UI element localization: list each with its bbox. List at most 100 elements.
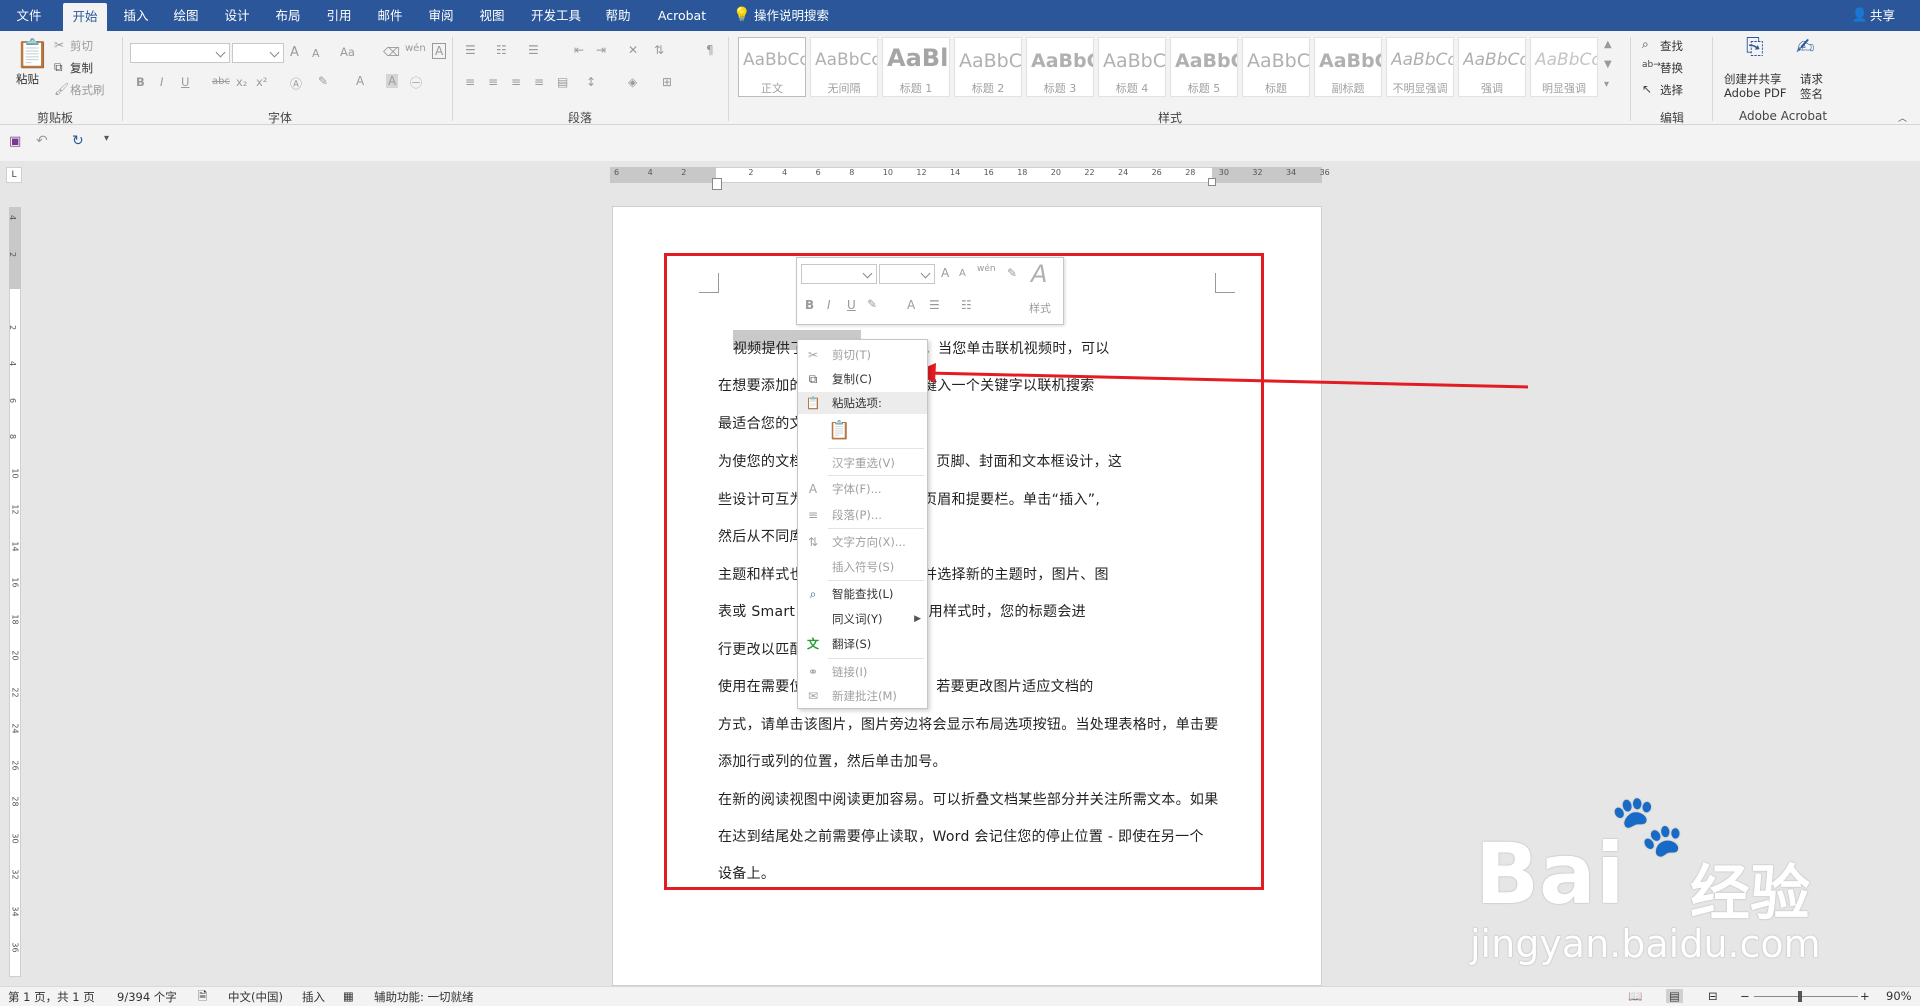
tab-draw[interactable]: 绘图 bbox=[164, 0, 208, 31]
text-effects-icon[interactable]: Ⓐ bbox=[290, 75, 302, 92]
tab-help[interactable]: 帮助 bbox=[596, 0, 640, 31]
distributed-icon[interactable]: ▤ bbox=[557, 75, 568, 89]
select-button[interactable]: 选择 bbox=[1660, 82, 1683, 98]
language[interactable]: 中文(中国) bbox=[228, 989, 283, 1005]
style-heading-2[interactable]: AaBbC 标题 2 bbox=[954, 37, 1022, 97]
tab-file[interactable]: 文件 bbox=[4, 0, 54, 31]
page-count[interactable]: 第 1 页，共 1 页 bbox=[8, 989, 95, 1005]
shading-icon[interactable]: ◈ bbox=[628, 75, 637, 89]
strikethrough-button[interactable]: abc bbox=[212, 76, 230, 87]
highlighter-icon[interactable]: ✎ bbox=[318, 74, 328, 88]
word-count[interactable]: 9/394 个字 bbox=[117, 989, 177, 1005]
italic-button[interactable]: I bbox=[160, 75, 163, 89]
menu-item-smart-lookup[interactable]: ⌕ 智能查找(L) bbox=[798, 583, 927, 605]
clear-format-icon[interactable]: ⌫ bbox=[383, 45, 400, 59]
zoom-out-icon[interactable]: − bbox=[1740, 989, 1750, 1003]
phonetic-guide-icon[interactable]: wén bbox=[405, 43, 426, 54]
style-heading-5[interactable]: AaBbC 标题 5 bbox=[1170, 37, 1238, 97]
accessibility-status[interactable]: 辅助功能: 一切就绪 bbox=[374, 989, 474, 1005]
font-size-dropdown[interactable] bbox=[232, 43, 284, 63]
redo-icon[interactable]: ↻ bbox=[72, 133, 84, 149]
chinese-layout-icon[interactable]: ✕ bbox=[628, 43, 638, 57]
menu-item-cut[interactable]: ✂ 剪切(T) bbox=[798, 344, 927, 366]
tab-selector[interactable]: L bbox=[6, 167, 22, 183]
menu-item-reconvert[interactable]: 汉字重选(V) bbox=[798, 452, 927, 474]
tab-developer[interactable]: 开发工具 bbox=[524, 0, 588, 31]
char-shading-icon[interactable]: A bbox=[386, 74, 399, 88]
font-color-icon[interactable]: A bbox=[356, 74, 364, 88]
mini-styles-label[interactable]: 样式 bbox=[1029, 300, 1051, 316]
decrease-indent-icon[interactable]: ⇤ bbox=[574, 43, 584, 57]
replace-icon[interactable]: ab→ bbox=[1642, 60, 1661, 70]
format-painter-button[interactable]: 格式刷 bbox=[70, 82, 105, 98]
macro-icon[interactable]: ▦ bbox=[343, 989, 354, 1003]
mini-font-dropdown[interactable] bbox=[801, 264, 877, 284]
align-right-icon[interactable]: ≡ bbox=[511, 75, 521, 89]
cut-button[interactable]: 剪切 bbox=[70, 38, 93, 54]
find-button[interactable]: 查找 bbox=[1660, 38, 1683, 54]
find-icon[interactable]: ⌕ bbox=[1642, 37, 1649, 52]
phonetic-guide-icon[interactable]: wén bbox=[977, 264, 996, 274]
create-pdf-label-2[interactable]: Adobe PDF bbox=[1724, 86, 1786, 100]
menu-item-translate[interactable]: 文翻译(S) bbox=[798, 633, 927, 655]
styles-more-icon[interactable]: ▾ bbox=[1604, 79, 1609, 90]
tab-insert[interactable]: 插入 bbox=[114, 0, 158, 31]
share-button[interactable]: 共享 bbox=[1870, 0, 1906, 31]
bullets-icon[interactable]: ☰ bbox=[465, 43, 476, 57]
borders-icon[interactable]: ⊞ bbox=[662, 75, 672, 89]
style-heading-4[interactable]: AaBbC 标题 4 bbox=[1098, 37, 1166, 97]
zoom-slider[interactable] bbox=[1754, 996, 1858, 997]
style-title[interactable]: AaBbC 标题 bbox=[1242, 37, 1310, 97]
show-marks-icon[interactable]: ¶ bbox=[706, 43, 714, 57]
styles-scroll-up-icon[interactable]: ▲ bbox=[1604, 39, 1612, 50]
grow-font-button[interactable]: A bbox=[290, 45, 299, 60]
underline-icon[interactable]: U bbox=[847, 298, 856, 312]
proofing-icon[interactable]: 🗎 bbox=[198, 989, 207, 1006]
style-emphasis[interactable]: AaBbCc 强调 bbox=[1458, 37, 1526, 97]
tab-review[interactable]: 审阅 bbox=[419, 0, 463, 31]
enclose-char-icon[interactable]: ㊀ bbox=[410, 74, 422, 91]
superscript-button[interactable]: x² bbox=[256, 75, 267, 89]
indent-marker[interactable] bbox=[712, 178, 722, 190]
menu-item-insert-symbol[interactable]: 插入符号(S) bbox=[798, 556, 927, 578]
sort-icon[interactable]: ⇅ bbox=[654, 43, 664, 57]
menu-item-copy[interactable]: ⧉ 复制(C) bbox=[798, 368, 927, 390]
style-no-spacing[interactable]: AaBbCcI 无间隔 bbox=[810, 37, 878, 97]
style-heading-3[interactable]: AaBbC 标题 3 bbox=[1026, 37, 1094, 97]
insert-mode[interactable]: 插入 bbox=[302, 989, 325, 1005]
styles-icon[interactable]: A bbox=[1031, 260, 1047, 288]
font-color-icon[interactable]: A bbox=[907, 298, 915, 312]
right-indent-marker[interactable] bbox=[1208, 178, 1216, 186]
request-signature-label-2[interactable]: 签名 bbox=[1800, 86, 1823, 102]
change-case-button[interactable]: Aa bbox=[340, 45, 355, 59]
menu-item-paragraph[interactable]: ≡ 段落(P)... bbox=[798, 504, 927, 526]
print-layout-icon[interactable]: ▤ bbox=[1666, 989, 1683, 1003]
bold-button[interactable]: B bbox=[136, 75, 145, 89]
paste-keep-text-icon[interactable]: 📋 bbox=[828, 420, 850, 441]
request-signature-label-1[interactable]: 请求 bbox=[1800, 71, 1823, 87]
read-mode-icon[interactable]: 📖 bbox=[1628, 989, 1642, 1003]
style-subtle-emphasis[interactable]: AaBbCc 不明显强调 bbox=[1386, 37, 1454, 97]
menu-item-font[interactable]: A 字体(F)... bbox=[798, 478, 927, 500]
align-left-icon[interactable]: ≡ bbox=[465, 75, 475, 89]
tab-layout[interactable]: 布局 bbox=[266, 0, 310, 31]
tab-acrobat[interactable]: Acrobat bbox=[650, 0, 714, 31]
tab-home[interactable]: 开始 bbox=[63, 3, 107, 31]
style-subtitle[interactable]: AaBbC 副标题 bbox=[1314, 37, 1382, 97]
increase-indent-icon[interactable]: ⇥ bbox=[596, 43, 606, 57]
subscript-button[interactable]: x₂ bbox=[236, 75, 247, 89]
mini-size-dropdown[interactable] bbox=[879, 264, 935, 284]
char-border-icon[interactable]: A bbox=[432, 43, 447, 59]
paste-button[interactable]: 粘贴 bbox=[16, 71, 39, 87]
italic-icon[interactable]: I bbox=[827, 298, 831, 312]
style-heading-1[interactable]: AaBl 标题 1 bbox=[882, 37, 950, 97]
style-intense-emphasis[interactable]: AaBbCc 明显强调 bbox=[1530, 37, 1598, 97]
style-normal[interactable]: AaBbCcI 正文 bbox=[738, 37, 806, 97]
align-center-icon[interactable]: ≡ bbox=[488, 75, 498, 89]
tab-view[interactable]: 视图 bbox=[470, 0, 514, 31]
replace-button[interactable]: 替换 bbox=[1660, 60, 1683, 76]
tab-references[interactable]: 引用 bbox=[317, 0, 361, 31]
numbering-icon[interactable]: ☷ bbox=[961, 298, 972, 312]
highlighter-icon[interactable]: ✎ bbox=[867, 297, 877, 311]
tab-design[interactable]: 设计 bbox=[215, 0, 259, 31]
